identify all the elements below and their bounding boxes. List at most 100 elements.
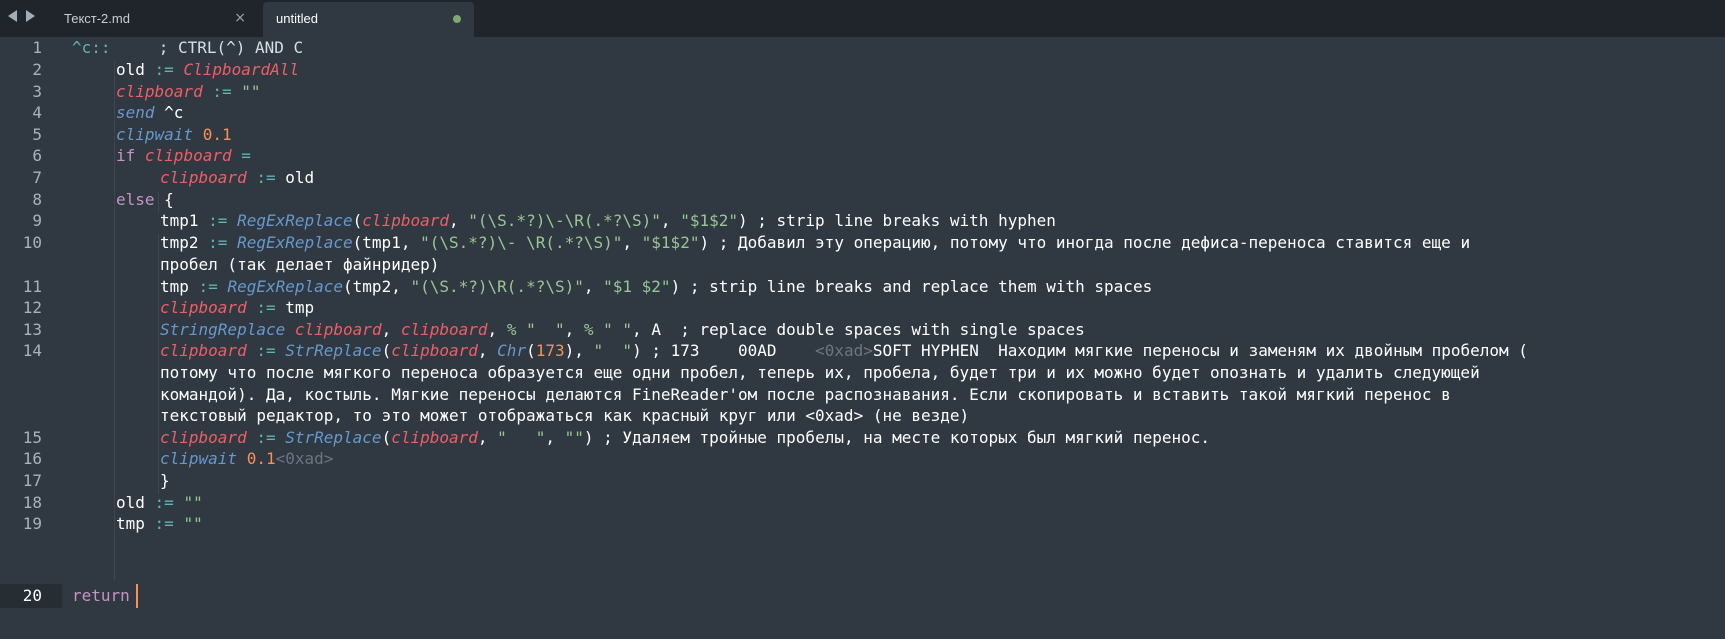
comment: ) ; Добавил эту операцию, потому что ино… xyxy=(699,233,1471,252)
punctuation: , xyxy=(583,277,604,296)
builtin-variable: clipboard xyxy=(160,168,247,187)
code-line-14: clipboard := StrReplace(clipboard, Chr(1… xyxy=(160,339,1528,363)
command: clipwait xyxy=(116,125,194,144)
code-line-14-wrap-1: потому что после мягкого переноса образу… xyxy=(160,363,1480,382)
arrow-left-icon[interactable] xyxy=(8,10,17,22)
tab-tekst-2-md[interactable]: Текст-2.md × xyxy=(40,2,260,37)
line-number: 9 xyxy=(32,211,42,230)
line-number-current: 20 xyxy=(22,586,42,605)
operator: := xyxy=(198,211,238,230)
code-line-16: clipwait 0.1<0xad> xyxy=(160,447,333,471)
builtin-variable: clipboard xyxy=(160,341,247,360)
identifier: old xyxy=(116,493,145,512)
string: "$1 $2" xyxy=(603,277,671,296)
comment: ) ; strip line breaks with hyphen xyxy=(737,211,1056,230)
line-number: 12 xyxy=(22,298,42,317)
operator: := xyxy=(246,428,286,447)
punctuation: , xyxy=(660,211,681,230)
code-line-10: tmp2 := RegExReplace(tmp1, "(\S.*?)\- \R… xyxy=(160,231,1470,255)
function: Chr xyxy=(497,341,527,360)
line-number: 7 xyxy=(32,168,42,187)
text-cursor xyxy=(136,584,138,608)
line-number: 4 xyxy=(32,103,42,122)
builtin-variable: clipboard xyxy=(160,298,247,317)
tab-bar: Текст-2.md × untitled xyxy=(0,0,1725,37)
code-line-6: if clipboard = xyxy=(116,144,251,168)
string: "(\S.*?)\-\R(.*?\S)" xyxy=(468,211,661,230)
code-line-1: ^c:: ; CTRL(^) AND C xyxy=(72,37,303,60)
builtin-variable: clipboard xyxy=(362,211,449,230)
builtin-variable: clipboard xyxy=(391,428,478,447)
close-icon[interactable]: × xyxy=(234,10,246,26)
comment: ) ; strip line breaks and replace them w… xyxy=(670,277,1153,296)
command: send xyxy=(116,103,155,122)
string: "$1$2" xyxy=(680,211,738,230)
string: "$1$2" xyxy=(641,233,700,252)
punctuation: , xyxy=(564,320,584,339)
command: StringReplace xyxy=(160,320,286,339)
punctuation: , xyxy=(622,233,642,252)
line-number: 10 xyxy=(22,233,42,252)
number: 0.1 xyxy=(246,449,276,468)
punctuation: ( xyxy=(381,341,392,360)
identifier: tmp xyxy=(160,277,189,296)
comment: ; CTRL(^) AND C xyxy=(110,38,304,57)
punctuation: , xyxy=(545,428,565,447)
operator: = xyxy=(231,146,251,165)
editor-window: Текст-2.md × untitled 1 2 3 4 5 6 7 8 9 … xyxy=(0,0,1725,639)
line-number: 19 xyxy=(22,514,42,533)
string: " " xyxy=(593,341,633,360)
unsaved-dot-icon[interactable] xyxy=(453,15,461,23)
keyword: if xyxy=(116,146,136,165)
builtin-variable: clipboard xyxy=(294,320,382,339)
comment: ) ; Удаляем тройные пробелы, на месте ко… xyxy=(583,428,1211,447)
identifier: tmp2 xyxy=(160,233,199,252)
string: "" xyxy=(241,82,261,101)
operator: := xyxy=(188,277,228,296)
command: clipwait xyxy=(160,449,238,468)
string: % " " xyxy=(583,320,633,339)
operator: := xyxy=(144,60,184,79)
punctuation: , xyxy=(477,341,498,360)
code-line-9: tmp1 := RegExReplace(clipboard, "(\S.*?)… xyxy=(160,209,1056,233)
punctuation: , xyxy=(449,211,469,230)
builtin-variable: clipboard xyxy=(144,146,232,165)
line-number: 17 xyxy=(22,471,42,490)
operator: := xyxy=(246,168,286,187)
builtin-variable: clipboard xyxy=(116,82,203,101)
code-line-2: old := ClipboardAll xyxy=(116,58,299,82)
indent-guide xyxy=(158,234,159,494)
number: 0.1 xyxy=(202,125,232,144)
string: "" xyxy=(183,514,203,533)
code-line-20: return xyxy=(72,586,130,605)
argument: ^c xyxy=(154,103,184,122)
control-char: <0xad> xyxy=(815,341,873,360)
line-number-gutter: 1 2 3 4 5 6 7 8 9 10 11 12 13 14 15 16 1… xyxy=(0,37,62,639)
operator: := xyxy=(202,82,242,101)
keyword: else xyxy=(116,190,155,209)
operator: := xyxy=(144,493,184,512)
builtin-variable: clipboard xyxy=(391,341,478,360)
comment: , A ; replace double spaces with single … xyxy=(632,320,1085,339)
code-editor[interactable]: ^c:: ; CTRL(^) AND C old := ClipboardAll… xyxy=(72,37,1725,639)
arguments: (tmp2, xyxy=(343,277,411,296)
code-line-7: clipboard := old xyxy=(160,166,314,190)
operator: := xyxy=(144,514,184,533)
line-number: 1 xyxy=(32,38,42,57)
string: % " " xyxy=(506,320,565,339)
code-line-12: clipboard := tmp xyxy=(160,296,314,320)
arguments: (tmp1, xyxy=(352,233,421,252)
string: "" xyxy=(183,493,203,512)
code-line-19: tmp := "" xyxy=(116,512,203,536)
code-line-4: send ^c xyxy=(116,101,183,125)
code-line-17: } xyxy=(160,471,170,490)
line-number: 2 xyxy=(32,60,42,79)
tab-untitled[interactable]: untitled xyxy=(263,2,474,37)
comment: SOFT HYPHEN Находим мягкие переносы и за… xyxy=(872,341,1528,360)
line-number: 14 xyxy=(22,341,42,360)
arrow-right-icon[interactable] xyxy=(26,10,35,22)
brace: { xyxy=(154,190,174,209)
punctuation: , xyxy=(487,320,507,339)
